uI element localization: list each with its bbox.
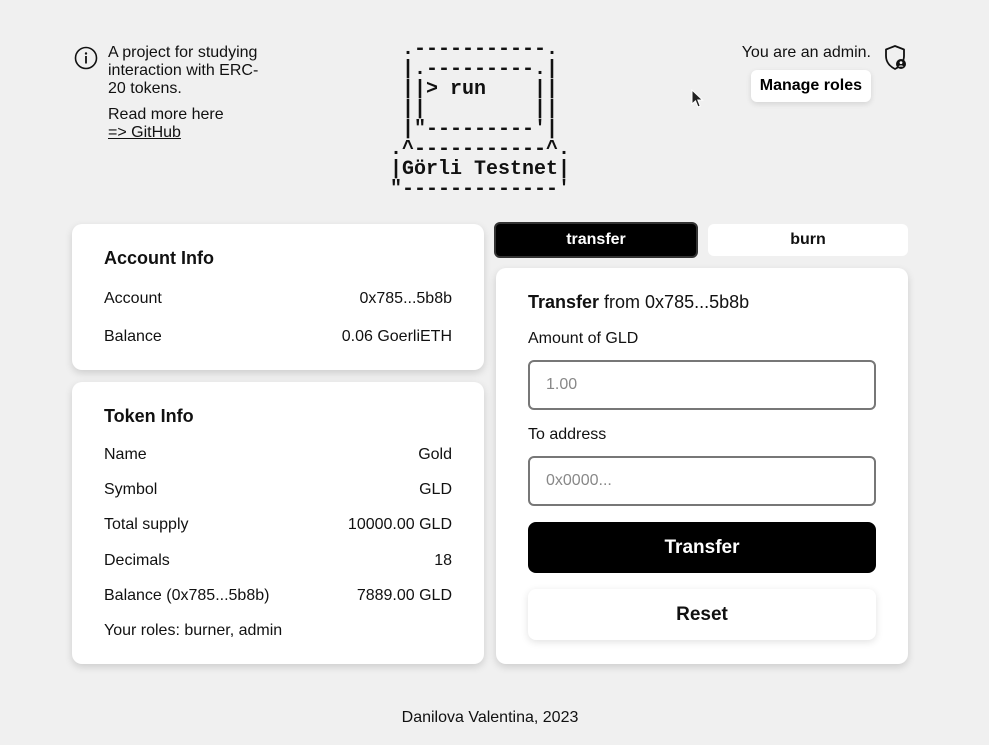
transfer-heading-from: from 0x785...5b8b bbox=[599, 292, 750, 312]
amount-input[interactable] bbox=[528, 360, 876, 410]
row-label: Name bbox=[104, 446, 147, 463]
amount-label: Amount of GLD bbox=[528, 330, 639, 347]
row-label: Decimals bbox=[104, 552, 170, 569]
info-icon bbox=[74, 46, 98, 70]
project-description: A project for studying interaction with … bbox=[108, 44, 259, 97]
transfer-heading: Transfer from 0x785...5b8b bbox=[528, 292, 749, 313]
manage-roles-button[interactable]: Manage roles bbox=[750, 70, 871, 102]
reset-button[interactable]: Reset bbox=[528, 589, 876, 640]
account-info-title: Account Info bbox=[104, 248, 214, 268]
account-info-card: Account Info Account 0x785...5b8b Balanc… bbox=[72, 224, 484, 370]
token-info-title: Token Info bbox=[104, 406, 194, 426]
user-roles: Your roles: burner, admin bbox=[104, 622, 452, 640]
transfer-heading-bold: Transfer bbox=[528, 292, 600, 312]
transfer-form-card: Transfer from 0x785...5b8b Amount of GLD… bbox=[496, 268, 908, 664]
balance-row: Balance 0.06 GoerliETH bbox=[104, 328, 452, 346]
mouse-cursor-icon bbox=[691, 89, 704, 108]
token-row-symbol: Symbol GLD bbox=[104, 481, 452, 499]
address-label: To address bbox=[528, 426, 607, 443]
read-more: Read more here => GitHub bbox=[108, 106, 268, 142]
admin-block: You are an admin. Manage roles bbox=[729, 44, 909, 104]
token-row-decimals: Decimals 18 bbox=[104, 552, 452, 570]
footer-credit: Danilova Valentina, 2023 bbox=[401, 709, 579, 726]
row-label: Balance bbox=[104, 328, 162, 345]
roles-text: Your roles: burner, admin bbox=[104, 622, 283, 639]
row-value: 10000.00 GLD bbox=[347, 516, 452, 533]
row-label: Balance (0x785...5b8b) bbox=[104, 587, 270, 604]
read-more-label: Read more here bbox=[108, 106, 224, 123]
row-value: 0x785...5b8b bbox=[359, 290, 452, 307]
row-value: GLD bbox=[419, 481, 452, 498]
row-value: 0.06 GoerliETH bbox=[341, 328, 452, 345]
tab-transfer[interactable]: transfer bbox=[494, 222, 698, 258]
github-link[interactable]: => GitHub bbox=[108, 124, 268, 142]
token-row-name: Name Gold bbox=[104, 446, 452, 464]
admin-status: You are an admin. bbox=[741, 44, 871, 61]
shield-user-icon bbox=[885, 45, 906, 70]
token-row-balance: Balance (0x785...5b8b) 7889.00 GLD bbox=[104, 587, 452, 605]
row-value: Gold bbox=[418, 446, 452, 463]
row-value: 18 bbox=[434, 552, 452, 569]
row-value: 7889.00 GLD bbox=[356, 587, 452, 604]
row-label: Account bbox=[104, 290, 162, 307]
account-row: Account 0x785...5b8b bbox=[104, 290, 452, 308]
transfer-button[interactable]: Transfer bbox=[528, 522, 876, 573]
token-info-card: Token Info Name Gold Symbol GLD Total su… bbox=[72, 382, 484, 664]
row-label: Total supply bbox=[104, 516, 189, 533]
tab-burn[interactable]: burn bbox=[708, 224, 908, 256]
row-label: Symbol bbox=[104, 481, 158, 498]
token-row-total-supply: Total supply 10000.00 GLD bbox=[104, 516, 452, 534]
ascii-logo: .-----------. |.---------.| ||> run || |… bbox=[390, 38, 571, 201]
address-input[interactable] bbox=[528, 456, 876, 506]
